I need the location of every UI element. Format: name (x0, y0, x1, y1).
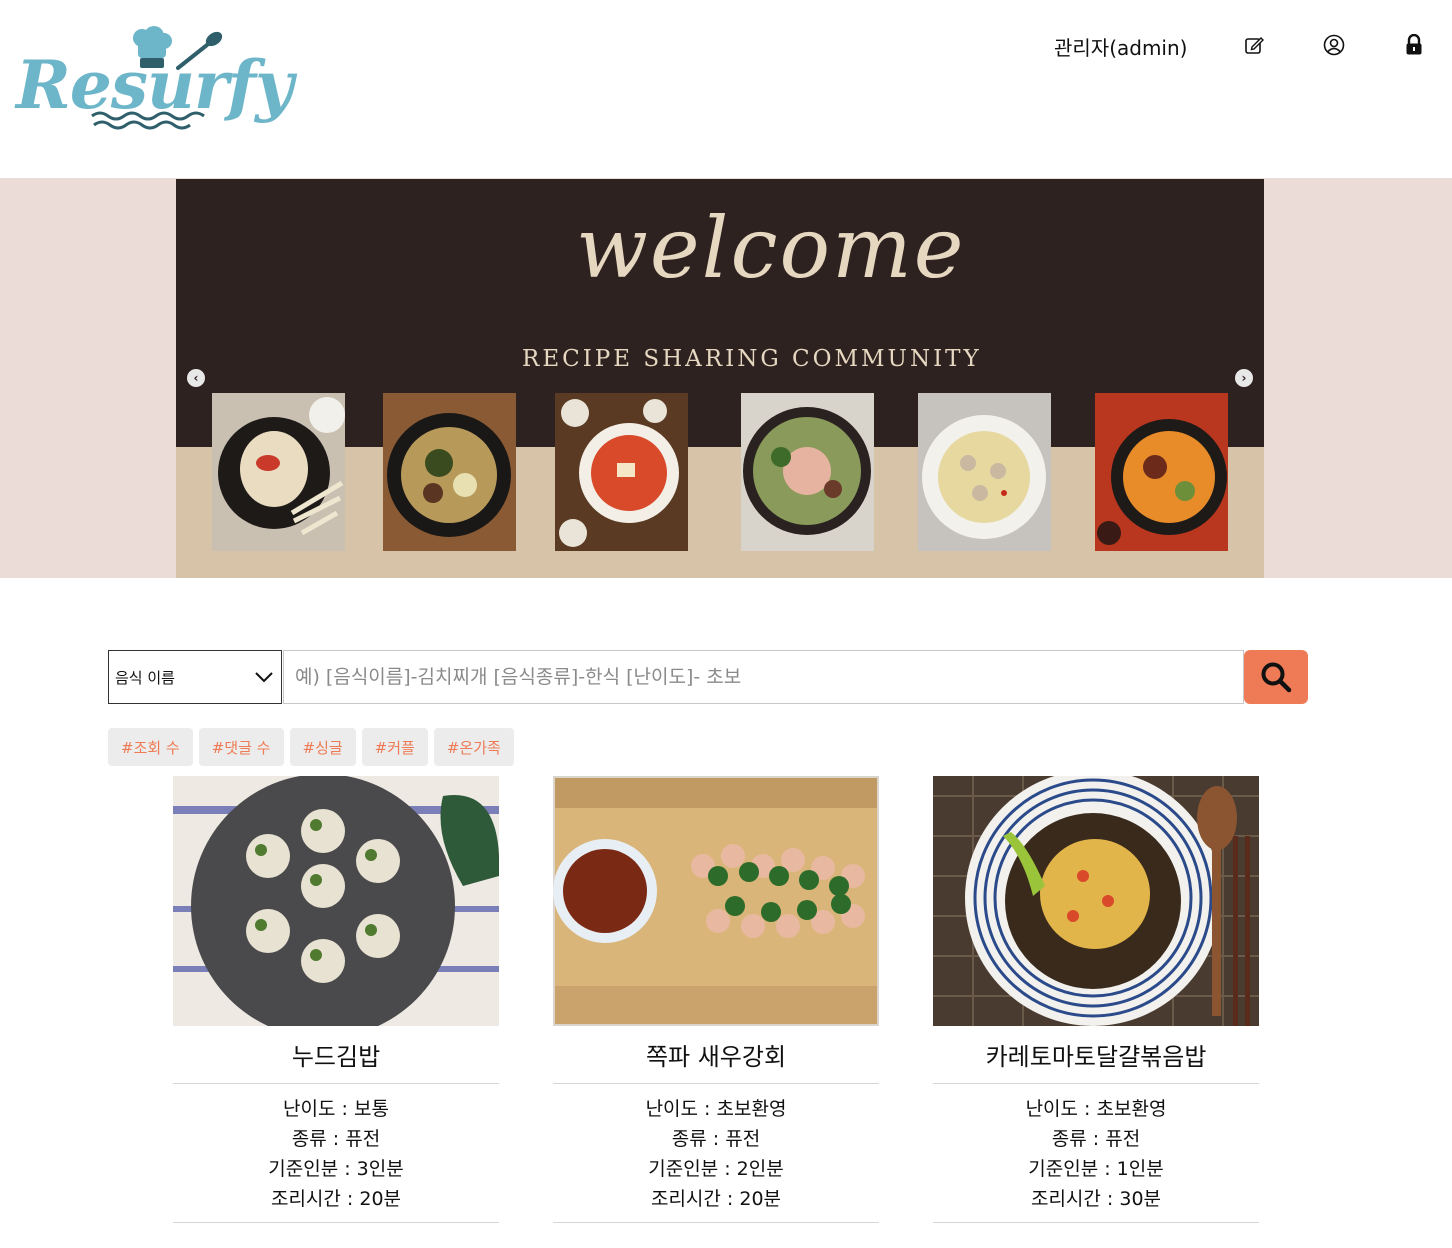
site-logo[interactable]: Resurfy (14, 24, 293, 134)
search-category-select[interactable]: 음식 이름 (108, 650, 282, 704)
banner-subtitle: RECIPE SHARING COMMUNITY (522, 346, 982, 372)
recipe-title[interactable]: 카레토마토달걀볶음밥 (933, 1026, 1259, 1084)
recipe-info: 난이도 : 초보환영 종류 : 퓨전 기준인분 : 1인분 조리시간 : 30분 (933, 1084, 1259, 1223)
recipe-info: 난이도 : 보통 종류 : 퓨전 기준인분 : 3인분 조리시간 : 20분 (173, 1084, 499, 1223)
search-input[interactable] (283, 650, 1244, 704)
lock-icon[interactable] (1402, 33, 1426, 57)
tag-single[interactable]: #싱글 (289, 728, 356, 766)
recipe-image[interactable] (173, 776, 499, 1026)
carousel-thumb-seafood-hotpot[interactable] (741, 393, 874, 551)
site-header: Resurfy 관리자(admin) (0, 0, 1452, 178)
recipe-servings: 기준인분 : 2인분 (648, 1158, 784, 1180)
search-icon (1261, 662, 1292, 693)
recipe-difficulty: 난이도 : 보통 (283, 1098, 389, 1120)
recipe-category: 종류 : 퓨전 (1051, 1128, 1141, 1150)
carousel-thumb-stew[interactable] (555, 393, 688, 551)
recipe-difficulty: 난이도 : 초보환영 (1025, 1098, 1167, 1120)
recipe-category: 종류 : 퓨전 (671, 1128, 761, 1150)
user-circle-icon[interactable] (1322, 33, 1346, 57)
recipe-image[interactable] (553, 776, 879, 1026)
edit-icon[interactable] (1242, 33, 1266, 57)
tag-views[interactable]: #조회 수 (108, 728, 193, 766)
recipe-card[interactable]: 누드김밥 난이도 : 보통 종류 : 퓨전 기준인분 : 3인분 조리시간 : … (173, 776, 499, 1223)
carousel-next-button[interactable]: › (1235, 369, 1253, 387)
recipe-title[interactable]: 쪽파 새우강회 (553, 1026, 879, 1084)
search-button[interactable] (1244, 650, 1308, 704)
recipe-title[interactable]: 누드김밥 (173, 1026, 499, 1084)
recipe-info: 난이도 : 초보환영 종류 : 퓨전 기준인분 : 2인분 조리시간 : 20분 (553, 1084, 879, 1223)
recipe-difficulty: 난이도 : 초보환영 (645, 1098, 787, 1120)
carousel-thumb-clam-pasta[interactable] (918, 393, 1051, 551)
recipe-servings: 기준인분 : 1인분 (1028, 1158, 1164, 1180)
carousel-thumb-samgyetang[interactable] (212, 393, 345, 551)
recipe-image[interactable] (933, 776, 1259, 1026)
tag-couple[interactable]: #커플 (361, 728, 428, 766)
tag-family[interactable]: #온가족 (433, 728, 514, 766)
recipe-category: 종류 : 퓨전 (291, 1128, 381, 1150)
carousel-thumb-hotpot[interactable] (383, 393, 516, 551)
welcome-carousel: welcome RECIPE SHARING COMMUNITY ‹ › (176, 179, 1264, 578)
recipe-time: 조리시간 : 20분 (270, 1188, 402, 1210)
tag-filter-list: #조회 수 #댓글 수 #싱글 #커플 #온가족 (108, 728, 514, 766)
carousel-thumb-spicy-noodle[interactable] (1095, 393, 1228, 551)
recipe-card[interactable]: 쪽파 새우강회 난이도 : 초보환영 종류 : 퓨전 기준인분 : 2인분 조리… (553, 776, 879, 1223)
recipe-time: 조리시간 : 30분 (1030, 1188, 1162, 1210)
search-category-value: 음식 이름 (115, 668, 175, 687)
logo-text: Resurfy (16, 46, 293, 124)
chevron-down-icon (255, 669, 273, 687)
recipe-time: 조리시간 : 20분 (650, 1188, 782, 1210)
recipe-card[interactable]: 카레토마토달걀볶음밥 난이도 : 초보환영 종류 : 퓨전 기준인분 : 1인분… (933, 776, 1259, 1223)
tag-comments[interactable]: #댓글 수 (198, 728, 284, 766)
welcome-heading: welcome (576, 199, 966, 297)
admin-profile-link[interactable]: 관리자(admin) (1054, 32, 1187, 61)
recipe-servings: 기준인분 : 3인분 (268, 1158, 404, 1180)
carousel-prev-button[interactable]: ‹ (187, 369, 205, 387)
